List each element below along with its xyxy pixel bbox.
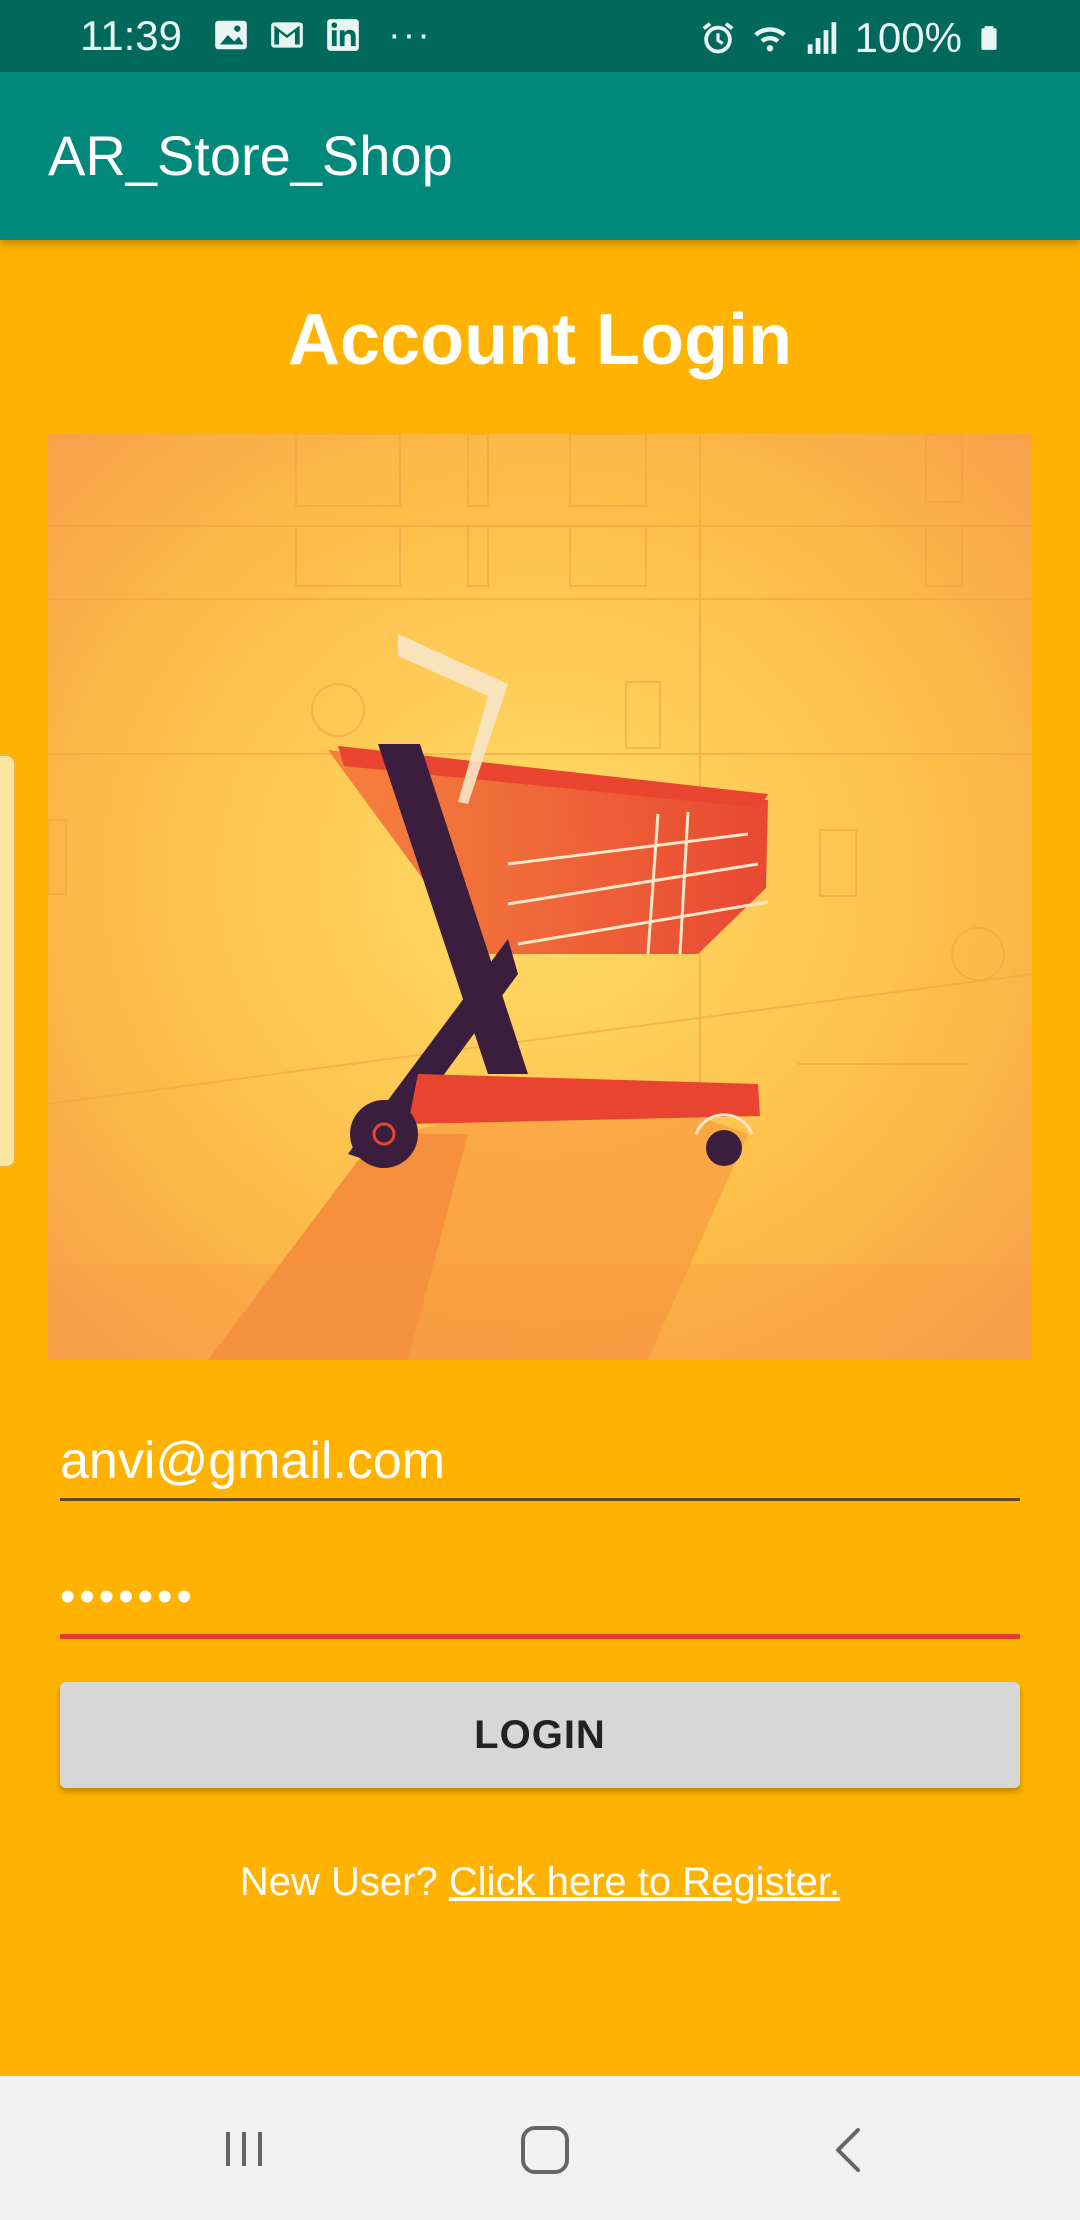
recents-icon[interactable] <box>214 2120 274 2180</box>
login-button[interactable]: LOGIN <box>60 1682 1020 1788</box>
shopping-cart-illustration <box>48 434 1032 1360</box>
battery-percent: 100% <box>854 14 962 61</box>
wifi-icon <box>753 27 786 52</box>
alarm-icon <box>702 22 733 54</box>
more-icon: ··· <box>388 14 432 56</box>
app-title: AR_Store_Shop <box>48 124 453 187</box>
signal-icon <box>807 22 836 54</box>
email-field[interactable] <box>60 1424 1020 1501</box>
home-icon[interactable] <box>515 2120 575 2180</box>
app-bar: AR_Store_Shop <box>0 72 1080 240</box>
battery-icon <box>981 26 997 50</box>
back-icon[interactable] <box>820 2120 880 2180</box>
notification-icons: ··· <box>212 16 432 54</box>
register-prompt: New User? <box>239 1860 449 1904</box>
image-icon <box>215 20 247 50</box>
password-field[interactable] <box>60 1560 1020 1639</box>
status-time: 11:39 <box>80 12 182 59</box>
shopping-cart-icon <box>48 434 1032 1360</box>
status-bar: 11:39 ··· 100% <box>0 0 1080 72</box>
register-link[interactable]: Click here to Register. <box>449 1860 840 1904</box>
page-title: Account Login <box>288 300 792 380</box>
linkedin-icon <box>327 19 359 51</box>
system-icons: 100% <box>699 14 1002 62</box>
navigation-bar <box>0 2076 1080 2220</box>
register-row: New User? Click here to Register. <box>0 1856 1080 1908</box>
edge-panel-handle[interactable] <box>0 754 16 1168</box>
gmail-icon <box>271 22 303 48</box>
